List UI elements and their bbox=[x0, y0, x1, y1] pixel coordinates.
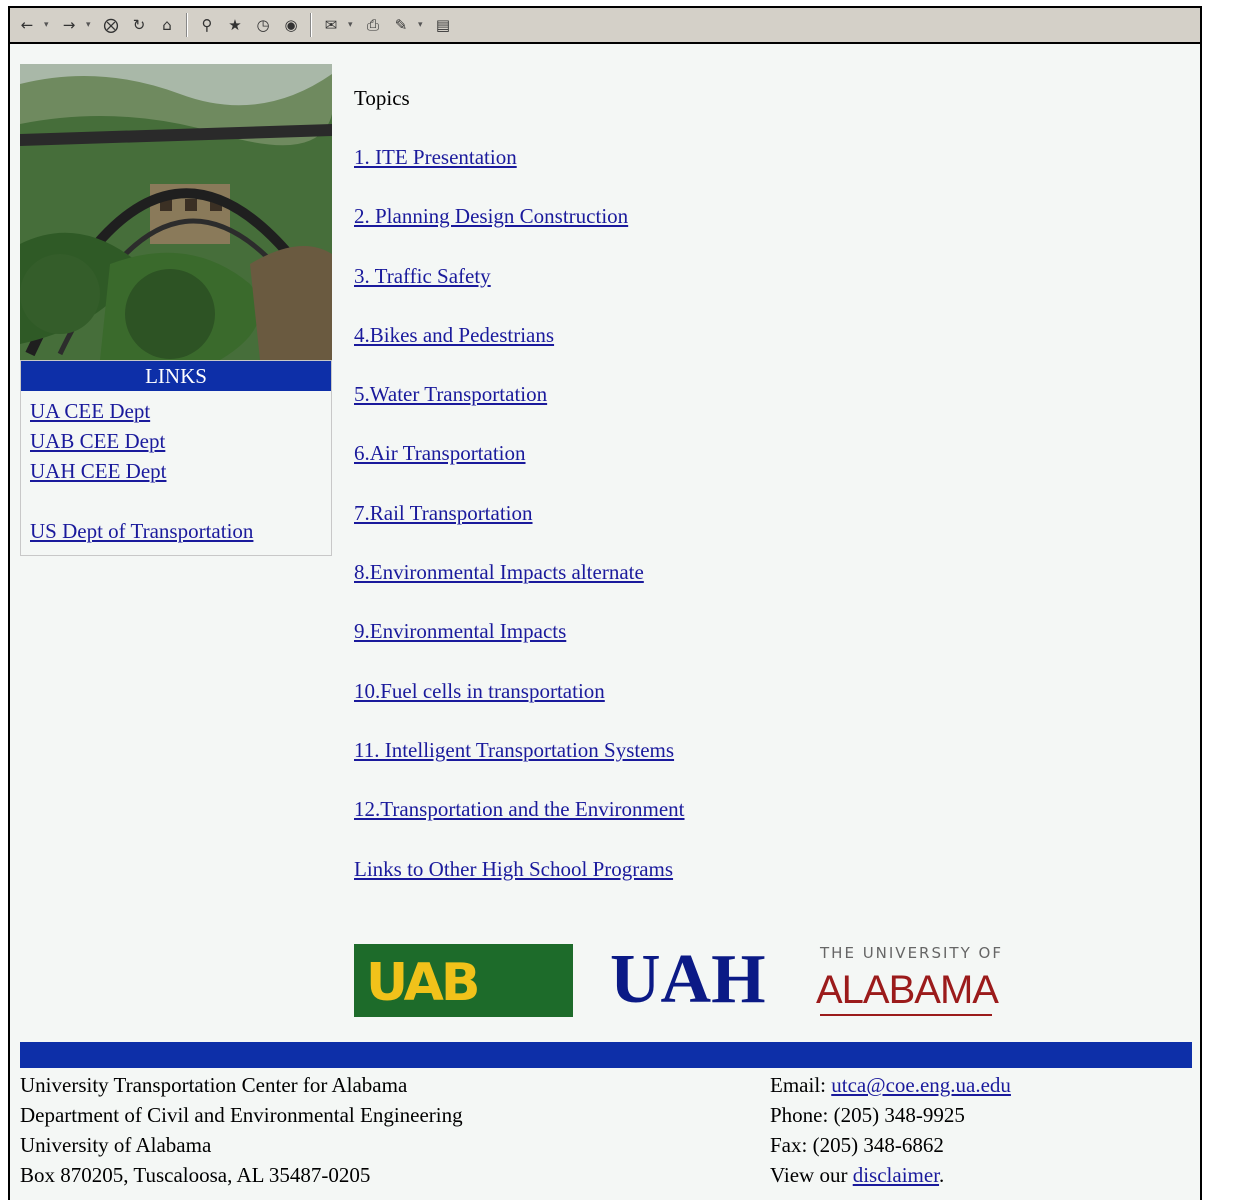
disclaimer-prefix: View our bbox=[770, 1163, 853, 1187]
link-ua-cee-dept[interactable]: UA CEE Dept bbox=[30, 396, 331, 426]
bridge-photo bbox=[20, 64, 332, 360]
disclaimer-suffix: . bbox=[939, 1163, 945, 1187]
link-uah-cee-dept[interactable]: UAH CEE Dept bbox=[30, 456, 331, 486]
links-header: LINKS bbox=[21, 361, 331, 391]
back-icon[interactable]: ← bbox=[16, 14, 38, 36]
channels-icon[interactable]: ◉ bbox=[280, 14, 302, 36]
topic-link-transportation-and-environment[interactable]: 12.Transportation and the Environment bbox=[354, 795, 685, 823]
toolbar-separator bbox=[310, 13, 312, 37]
back-dropdown-icon[interactable]: ▾ bbox=[44, 20, 52, 30]
topic-link-bikes-and-pedestrians[interactable]: 4.Bikes and Pedestrians bbox=[354, 321, 685, 349]
topics-list: Topics 1. ITE Presentation 2. Planning D… bbox=[354, 84, 685, 914]
footer-fax: Fax: (205) 348-6862 bbox=[770, 1133, 944, 1157]
home-icon[interactable]: ⌂ bbox=[156, 14, 178, 36]
footer-address-line: University Transportation Center for Ala… bbox=[20, 1073, 408, 1097]
topic-link-environmental-impacts[interactable]: 9.Environmental Impacts bbox=[354, 617, 685, 645]
ua-logo[interactable]: ALABAMA bbox=[816, 966, 999, 1014]
uab-logo[interactable]: UAB bbox=[354, 944, 573, 1017]
forward-dropdown-icon[interactable]: ▾ bbox=[86, 20, 94, 30]
mail-icon[interactable]: ✉ bbox=[320, 14, 342, 36]
topic-link-fuel-cells[interactable]: 10.Fuel cells in transportation bbox=[354, 677, 685, 705]
disclaimer-link[interactable]: disclaimer bbox=[853, 1163, 939, 1187]
history-icon[interactable]: ◷ bbox=[252, 14, 274, 36]
topic-link-planning-design-construction[interactable]: 2. Planning Design Construction bbox=[354, 202, 685, 230]
topic-link-ite-presentation[interactable]: 1. ITE Presentation bbox=[354, 143, 685, 171]
ua-logo-underline bbox=[820, 1014, 992, 1016]
search-icon[interactable]: ⚲ bbox=[196, 14, 218, 36]
stop-icon[interactable]: ⨂ bbox=[100, 14, 122, 36]
topic-link-air-transportation[interactable]: 6.Air Transportation bbox=[354, 439, 685, 467]
browser-window: ← ▾ → ▾ ⨂ ↻ ⌂ ⚲ ★ ◷ ◉ ✉ ▾ ⎙ ✎ ▾ ▤ LINKS … bbox=[8, 6, 1202, 1200]
link-uab-cee-dept[interactable]: UAB CEE Dept bbox=[30, 426, 331, 456]
footer-email-row: Email: utca@coe.eng.ua.edu bbox=[770, 1070, 1011, 1100]
footer-disclaimer-row: View our disclaimer. bbox=[770, 1160, 1011, 1190]
discuss-icon[interactable]: ▤ bbox=[432, 14, 454, 36]
uab-logo-text: UAB bbox=[366, 953, 481, 1013]
links-panel: LINKS UA CEE Dept UAB CEE Dept UAH CEE D… bbox=[20, 360, 332, 556]
footer-address-line: University of Alabama bbox=[20, 1133, 212, 1157]
topic-link-environmental-impacts-alternate[interactable]: 8.Environmental Impacts alternate bbox=[354, 558, 685, 586]
footer-divider-bar bbox=[20, 1042, 1192, 1068]
toolbar-separator bbox=[186, 13, 188, 37]
topic-link-rail-transportation[interactable]: 7.Rail Transportation bbox=[354, 499, 685, 527]
uah-logo[interactable]: UAH bbox=[610, 942, 766, 1018]
university-logos: UAB UAH THE UNIVERSITY OF ALABAMA bbox=[354, 942, 1014, 1018]
browser-toolbar: ← ▾ → ▾ ⨂ ↻ ⌂ ⚲ ★ ◷ ◉ ✉ ▾ ⎙ ✎ ▾ ▤ bbox=[10, 8, 1200, 44]
email-label: Email: bbox=[770, 1073, 832, 1097]
footer-address-line: Department of Civil and Environmental En… bbox=[20, 1103, 463, 1127]
forward-icon[interactable]: → bbox=[58, 14, 80, 36]
favorites-icon[interactable]: ★ bbox=[224, 14, 246, 36]
footer-address: University Transportation Center for Ala… bbox=[20, 1070, 463, 1190]
topic-link-intelligent-transportation-systems[interactable]: 11. Intelligent Transportation Systems bbox=[354, 736, 685, 764]
refresh-icon[interactable]: ↻ bbox=[128, 14, 150, 36]
footer-contact: Email: utca@coe.eng.ua.edu Phone: (205) … bbox=[770, 1070, 1011, 1190]
email-link[interactable]: utca@coe.eng.ua.edu bbox=[831, 1073, 1011, 1097]
iron-bridge-illustration bbox=[20, 64, 332, 360]
topic-link-other-high-school-programs[interactable]: Links to Other High School Programs bbox=[354, 855, 685, 883]
topics-title: Topics bbox=[354, 86, 410, 110]
ua-logo-top-text: THE UNIVERSITY OF bbox=[820, 944, 1003, 962]
edit-dropdown-icon[interactable]: ▾ bbox=[418, 20, 426, 30]
topic-link-traffic-safety[interactable]: 3. Traffic Safety bbox=[354, 262, 685, 290]
footer-address-line: Box 870205, Tuscaloosa, AL 35487-0205 bbox=[20, 1163, 371, 1187]
link-us-dept-of-transportation[interactable]: US Dept of Transportation bbox=[30, 516, 331, 546]
mail-dropdown-icon[interactable]: ▾ bbox=[348, 20, 356, 30]
footer-phone: Phone: (205) 348-9925 bbox=[770, 1103, 965, 1127]
print-icon[interactable]: ⎙ bbox=[362, 14, 384, 36]
edit-icon[interactable]: ✎ bbox=[390, 14, 412, 36]
topic-link-water-transportation[interactable]: 5.Water Transportation bbox=[354, 380, 685, 408]
